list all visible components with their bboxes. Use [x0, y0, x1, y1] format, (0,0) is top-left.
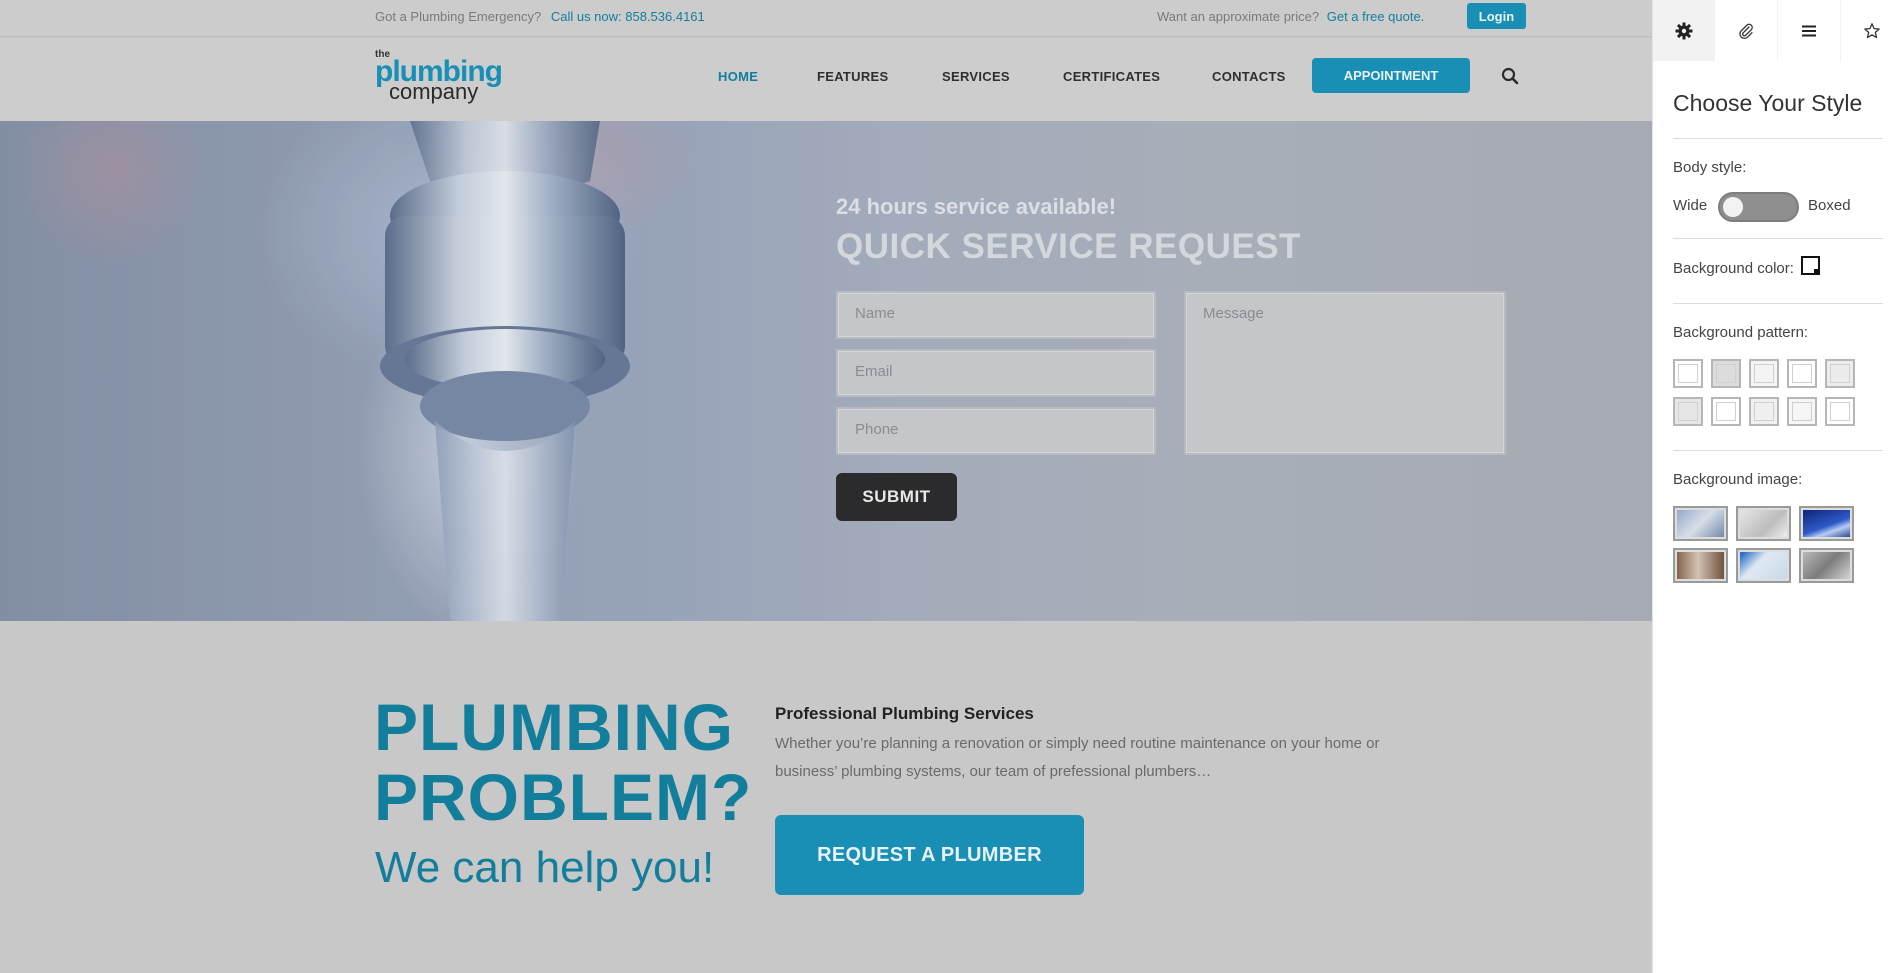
pattern-swatch[interactable] [1749, 359, 1779, 388]
body-style-toggle[interactable] [1718, 192, 1799, 222]
service-description: Whether you’re planning a renovation or … [775, 735, 1380, 780]
background-image-thumb[interactable] [1673, 506, 1728, 541]
panel-title: Choose Your Style [1673, 90, 1863, 116]
divider [1673, 450, 1883, 451]
emergency-text: Got a Plumbing Emergency? [375, 9, 542, 24]
panel-tabs [1653, 0, 1903, 61]
pattern-swatch[interactable] [1825, 359, 1855, 388]
headline-line2: PROBLEM? [374, 760, 753, 834]
pattern-swatch[interactable] [1673, 359, 1703, 388]
phone-field[interactable]: Phone [836, 407, 1156, 455]
background-image-label: Background image: [1673, 471, 1803, 488]
subheadline: We can help you! [375, 843, 715, 892]
message-field[interactable]: Message [1184, 291, 1506, 455]
pattern-swatch[interactable] [1711, 397, 1741, 426]
phone-link[interactable]: Call us now: 858.536.4161 [551, 9, 705, 24]
submit-button[interactable]: SUBMIT [836, 473, 957, 521]
main-header: the plumbing company HOME FEATURES SERVI… [0, 38, 1652, 121]
paperclip-icon [1739, 23, 1753, 39]
pattern-swatch[interactable] [1673, 397, 1703, 426]
search-icon[interactable] [1501, 67, 1519, 85]
tab-favorites[interactable] [1841, 0, 1903, 61]
boxed-label: Boxed [1808, 197, 1851, 214]
pattern-swatch[interactable] [1825, 397, 1855, 426]
toggle-knob [1723, 197, 1743, 217]
price-text: Want an approximate price? [1157, 9, 1320, 24]
nav-features[interactable]: FEATURES [817, 69, 889, 84]
emergency-contact: Got a Plumbing Emergency? Call us now: 8… [375, 9, 705, 24]
pattern-swatch[interactable] [1711, 359, 1741, 388]
pattern-swatch[interactable] [1749, 397, 1779, 426]
menu-icon [1802, 25, 1816, 36]
hero-title: QUICK SERVICE REQUEST [836, 227, 1301, 266]
divider [1673, 238, 1883, 239]
hero-tagline: 24 hours service available! [836, 194, 1117, 219]
nav-services[interactable]: SERVICES [942, 69, 1010, 84]
appointment-button[interactable]: APPOINTMENT [1312, 58, 1470, 93]
request-plumber-button[interactable]: REQUEST A PLUMBER [775, 815, 1084, 895]
top-bar: Got a Plumbing Emergency? Call us now: 8… [0, 0, 1652, 37]
pattern-swatch[interactable] [1787, 397, 1817, 426]
background-color-label: Background color: [1673, 260, 1794, 277]
nav-contacts[interactable]: CONTACTS [1212, 69, 1286, 84]
background-image-thumb[interactable] [1736, 548, 1791, 583]
gear-icon [1675, 22, 1693, 39]
background-pattern-label: Background pattern: [1673, 324, 1809, 341]
star-icon [1864, 22, 1880, 38]
pattern-swatch[interactable] [1787, 359, 1817, 388]
nav-certificates[interactable]: CERTIFICATES [1063, 69, 1160, 84]
background-image-thumb[interactable] [1673, 548, 1728, 583]
tab-menu[interactable] [1778, 0, 1840, 61]
login-button[interactable]: Login [1467, 3, 1526, 29]
hero-section: 24 hours service available! QUICK SERVIC… [0, 121, 1652, 621]
tab-settings[interactable] [1653, 0, 1715, 61]
free-quote-link[interactable]: Get a free quote. [1327, 9, 1425, 24]
style-switcher-panel: Choose Your Style Body style: Wide Boxed… [1652, 0, 1903, 973]
tab-attachments[interactable] [1715, 0, 1777, 61]
name-field[interactable]: Name [836, 291, 1156, 339]
price-info: Want an approximate price? Get a free qu… [1157, 9, 1424, 24]
background-image-thumb[interactable] [1799, 548, 1854, 583]
background-color-picker[interactable] [1801, 256, 1820, 275]
body-style-label: Body style: [1673, 159, 1747, 176]
service-title: Professional Plumbing Services [775, 704, 1034, 723]
divider [1673, 138, 1883, 139]
divider [1673, 303, 1883, 304]
background-image-thumb[interactable] [1736, 506, 1791, 541]
nav-home[interactable]: HOME [718, 69, 758, 84]
logo[interactable]: the plumbing company [375, 50, 503, 103]
background-image-thumb[interactable] [1799, 506, 1854, 541]
headline-line1: PLUMBING [374, 690, 734, 764]
email-field[interactable]: Email [836, 349, 1156, 397]
wide-label: Wide [1673, 197, 1708, 214]
